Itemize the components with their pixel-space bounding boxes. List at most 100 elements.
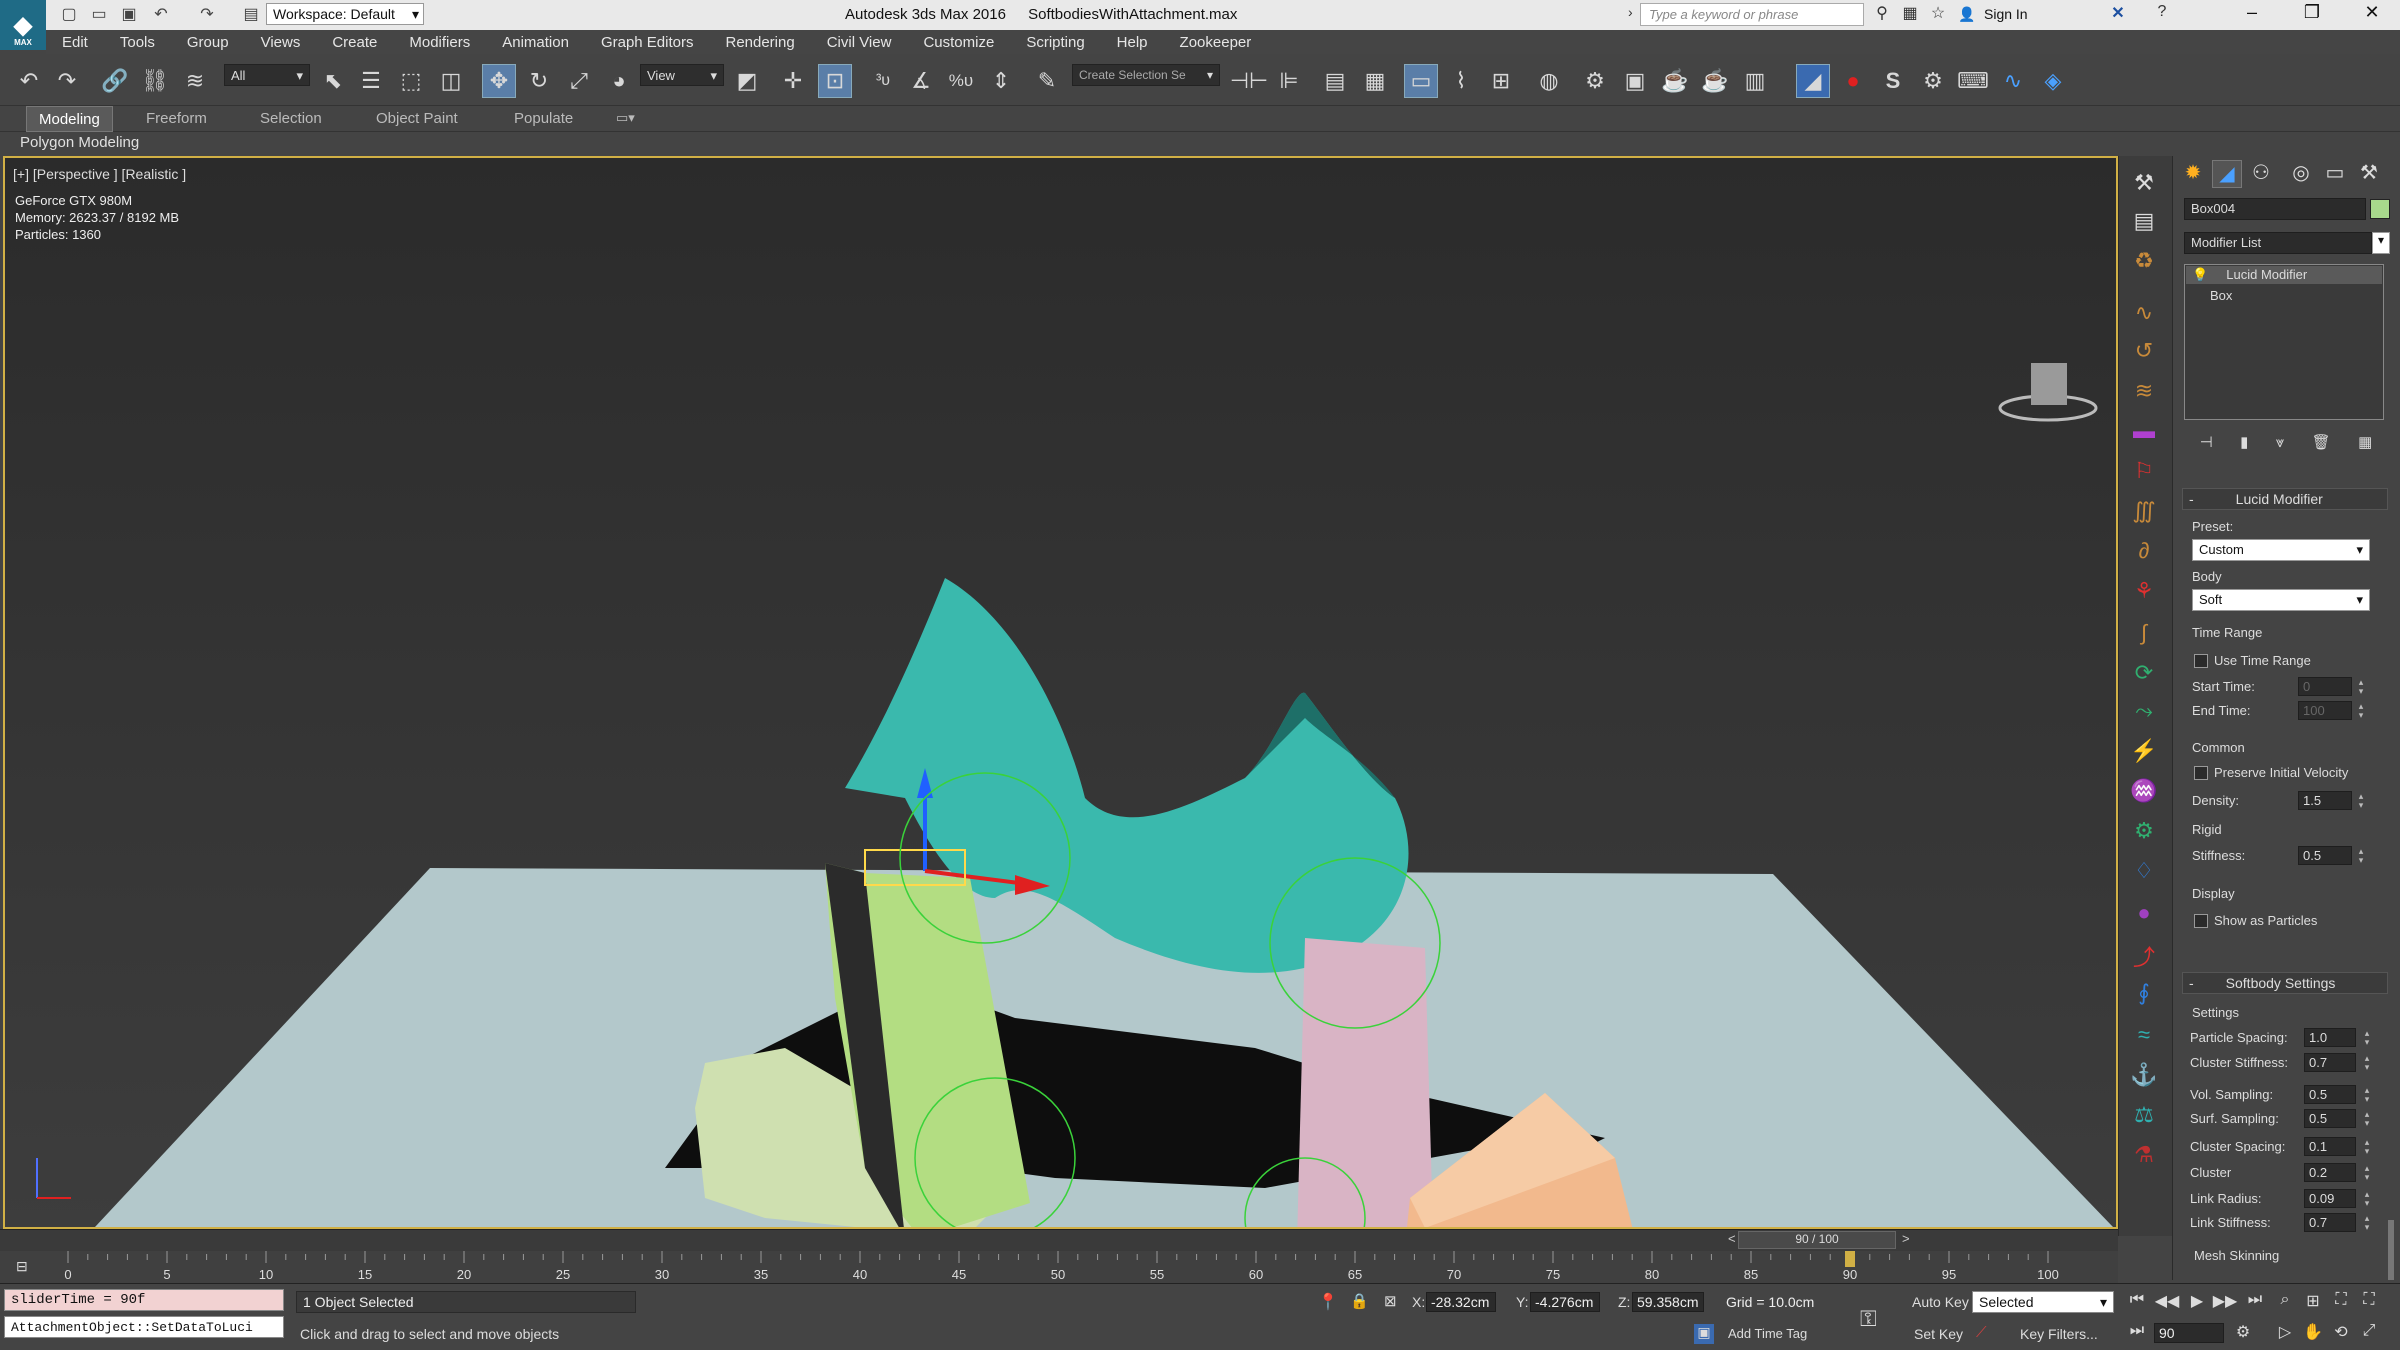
redo-icon[interactable]: ↷ (50, 64, 84, 98)
isolate-icon[interactable]: 📍 (1318, 1292, 1338, 1312)
object-name-field[interactable]: Box004 (2184, 198, 2366, 220)
select-scale-icon[interactable]: ⤢ (562, 64, 596, 98)
schematic-icon[interactable]: ⊞ (1484, 64, 1518, 98)
previous-frame-icon[interactable]: ◀◀ (2154, 1291, 2180, 1315)
strip-tool-5-icon[interactable]: ↺ (2128, 338, 2160, 368)
spinner-arrows-icon[interactable]: ▴ ▾ (2362, 1110, 2372, 1128)
menu-modifiers[interactable]: Modifiers (409, 34, 470, 51)
redo-quick-icon[interactable]: ↷ (196, 4, 218, 26)
favorites-star-icon[interactable]: ☆ (1926, 3, 1950, 27)
record-icon[interactable]: ● (1836, 64, 1870, 98)
edit-named-selection-icon[interactable]: ✎ (1030, 64, 1064, 98)
stack-item-box[interactable]: Box (2210, 288, 2232, 303)
zoom-all-icon[interactable]: ⊞ (2300, 1291, 2326, 1315)
next-frame-icon[interactable]: ▶▶ (2212, 1291, 2238, 1315)
surf-sampling-spinner[interactable]: 0.5 (2304, 1109, 2356, 1128)
strip-tool-17-icon[interactable]: ⚙ (2128, 818, 2160, 848)
display-tab-icon[interactable]: ▭ (2320, 160, 2350, 188)
ref-coord-dropdown[interactable]: View ▾ (640, 64, 724, 86)
show-particles-checkbox[interactable] (2194, 914, 2208, 928)
time-tag-icon[interactable]: ▣ (1694, 1324, 1714, 1344)
tab-object-paint[interactable]: Object Paint (364, 106, 470, 132)
strip-tool-1-icon[interactable]: ⚒ (2128, 170, 2160, 200)
maxscript-listener-output[interactable]: sliderTime = 90f (4, 1289, 284, 1311)
make-unique-icon[interactable]: ⩔ (2276, 434, 2284, 451)
open-file-icon[interactable]: ▭ (88, 4, 110, 26)
sign-in-button[interactable]: Sign In (1984, 6, 2028, 22)
key-filters-button[interactable]: Key Filters... (2020, 1326, 2098, 1342)
pan-view-icon[interactable]: ✋ (2300, 1322, 2326, 1346)
undo-icon[interactable]: ↶ (12, 64, 46, 98)
strip-tool-18-icon[interactable]: ♢ (2128, 858, 2160, 888)
angle-snap-icon[interactable]: ∡ (904, 64, 938, 98)
search-input[interactable]: Type a keyword or phrase (1640, 3, 1864, 26)
tab-selection[interactable]: Selection (248, 106, 334, 132)
use-time-range-checkbox[interactable] (2194, 654, 2208, 668)
gear-icon[interactable]: ⚙ (1916, 64, 1950, 98)
pivot-icon[interactable]: ◩ (730, 64, 764, 98)
window-crossing-icon[interactable]: ◫ (434, 64, 468, 98)
exchange-apps-icon[interactable]: ✕ (2106, 3, 2130, 27)
spinner-arrows-icon[interactable]: ▴ ▾ (2362, 1138, 2372, 1156)
strip-tool-13-icon[interactable]: ⟳ (2128, 660, 2160, 690)
add-time-tag-button[interactable]: Add Time Tag (1728, 1326, 1807, 1341)
strip-tool-10-icon[interactable]: ∂ (2128, 538, 2160, 568)
menu-customize[interactable]: Customize (923, 34, 994, 51)
strip-tool-12-icon[interactable]: ∫ (2128, 620, 2160, 650)
ribbon-options-icon[interactable]: ▭▾ (604, 106, 647, 132)
key-selection-dropdown[interactable]: Selected ▾ (1972, 1291, 2114, 1313)
spinner-arrows-icon[interactable]: ▴ ▾ (2362, 1029, 2372, 1047)
strip-tool-2-icon[interactable]: ▤ (2128, 208, 2160, 238)
select-by-name-icon[interactable]: ☰ (354, 64, 388, 98)
phoenix-icon[interactable]: ◈ (2036, 64, 2070, 98)
maximize-viewport-icon[interactable]: ⤢ (2356, 1322, 2382, 1346)
render-online-icon[interactable]: ▥ (1738, 64, 1772, 98)
strip-tool-8-icon[interactable]: ⚐ (2128, 458, 2160, 488)
script-s-icon[interactable]: S (1876, 64, 1910, 98)
configure-sets-icon[interactable]: ▦ (2358, 433, 2372, 451)
curve-editor-icon[interactable]: ⌇ (1444, 64, 1478, 98)
subscription-icon[interactable]: ▦ (1898, 3, 1922, 27)
menu-animation[interactable]: Animation (502, 34, 569, 51)
select-move-icon[interactable]: ✥ (482, 64, 516, 98)
strip-tool-11-icon[interactable]: ⚘ (2128, 578, 2160, 608)
strip-tool-14-icon[interactable]: ⤳ (2128, 698, 2160, 728)
rollout-softbody-header[interactable]: - Softbody Settings (2182, 972, 2388, 994)
stiffness-spinner[interactable]: 0.5 (2298, 846, 2352, 865)
menu-civil-view[interactable]: Civil View (827, 34, 892, 51)
set-key-icon[interactable]: ⚿ (1860, 1306, 1877, 1332)
app-logo[interactable]: ◆ MAX (0, 0, 46, 50)
rollout-lucid-header[interactable]: - Lucid Modifier (2182, 488, 2388, 510)
zoom-icon[interactable]: ⌕ (2272, 1291, 2298, 1315)
time-config-icon[interactable]: ⚙ (2230, 1322, 2256, 1346)
manipulate-icon[interactable]: ✛ (776, 64, 810, 98)
minimize-icon[interactable]: – (2230, 2, 2274, 28)
keyboard-shortcut-icon[interactable]: ⊡ (818, 64, 852, 98)
plugin-icon[interactable]: ◢ (1796, 64, 1830, 98)
fluid-icon[interactable]: ∿ (1996, 64, 2030, 98)
perspective-viewport[interactable]: [+] [Perspective ] [Realistic ] GeForce … (3, 156, 2118, 1229)
undo-quick-icon[interactable]: ↶ (150, 4, 172, 26)
strip-tool-4-icon[interactable]: ∿ (2128, 300, 2160, 330)
ribbon-toggle-icon[interactable]: ▭ (1404, 64, 1438, 98)
stiffness-arrows-icon[interactable]: ▴ ▾ (2356, 847, 2366, 865)
particle-spacing-spinner[interactable]: 1.0 (2304, 1028, 2356, 1047)
preset-dropdown[interactable]: Custom ▾ (2192, 539, 2370, 561)
end-time-spinner[interactable]: 100 (2298, 701, 2352, 720)
layer-explorer-icon[interactable]: ▤ (1318, 64, 1352, 98)
link-stiffness-spinner[interactable]: 0.7 (2304, 1213, 2356, 1232)
project-folder-icon[interactable]: ▤ (240, 4, 262, 26)
percent-snap-icon[interactable]: %ᴜ (944, 64, 978, 98)
spinner-snap-icon[interactable]: ⇕ (984, 64, 1018, 98)
strip-tool-24-icon[interactable]: ⚖ (2128, 1102, 2160, 1132)
cluster-spacing-spinner[interactable]: 0.1 (2304, 1137, 2356, 1156)
go-to-start-icon[interactable]: ⏮ (2124, 1291, 2150, 1315)
restore-icon[interactable]: ❐ (2290, 2, 2334, 28)
place-icon[interactable]: ◕ (602, 64, 636, 98)
menu-tools[interactable]: Tools (120, 34, 155, 51)
strip-tool-20-icon[interactable]: ⤴ (2128, 940, 2160, 970)
end-time-arrows-icon[interactable]: ▴ ▾ (2356, 702, 2366, 720)
hierarchy-tab-icon[interactable]: ⚇ (2246, 160, 2276, 188)
spinner-arrows-icon[interactable]: ▴ ▾ (2362, 1164, 2372, 1182)
go-to-end-icon[interactable]: ⏭ (2242, 1291, 2268, 1315)
